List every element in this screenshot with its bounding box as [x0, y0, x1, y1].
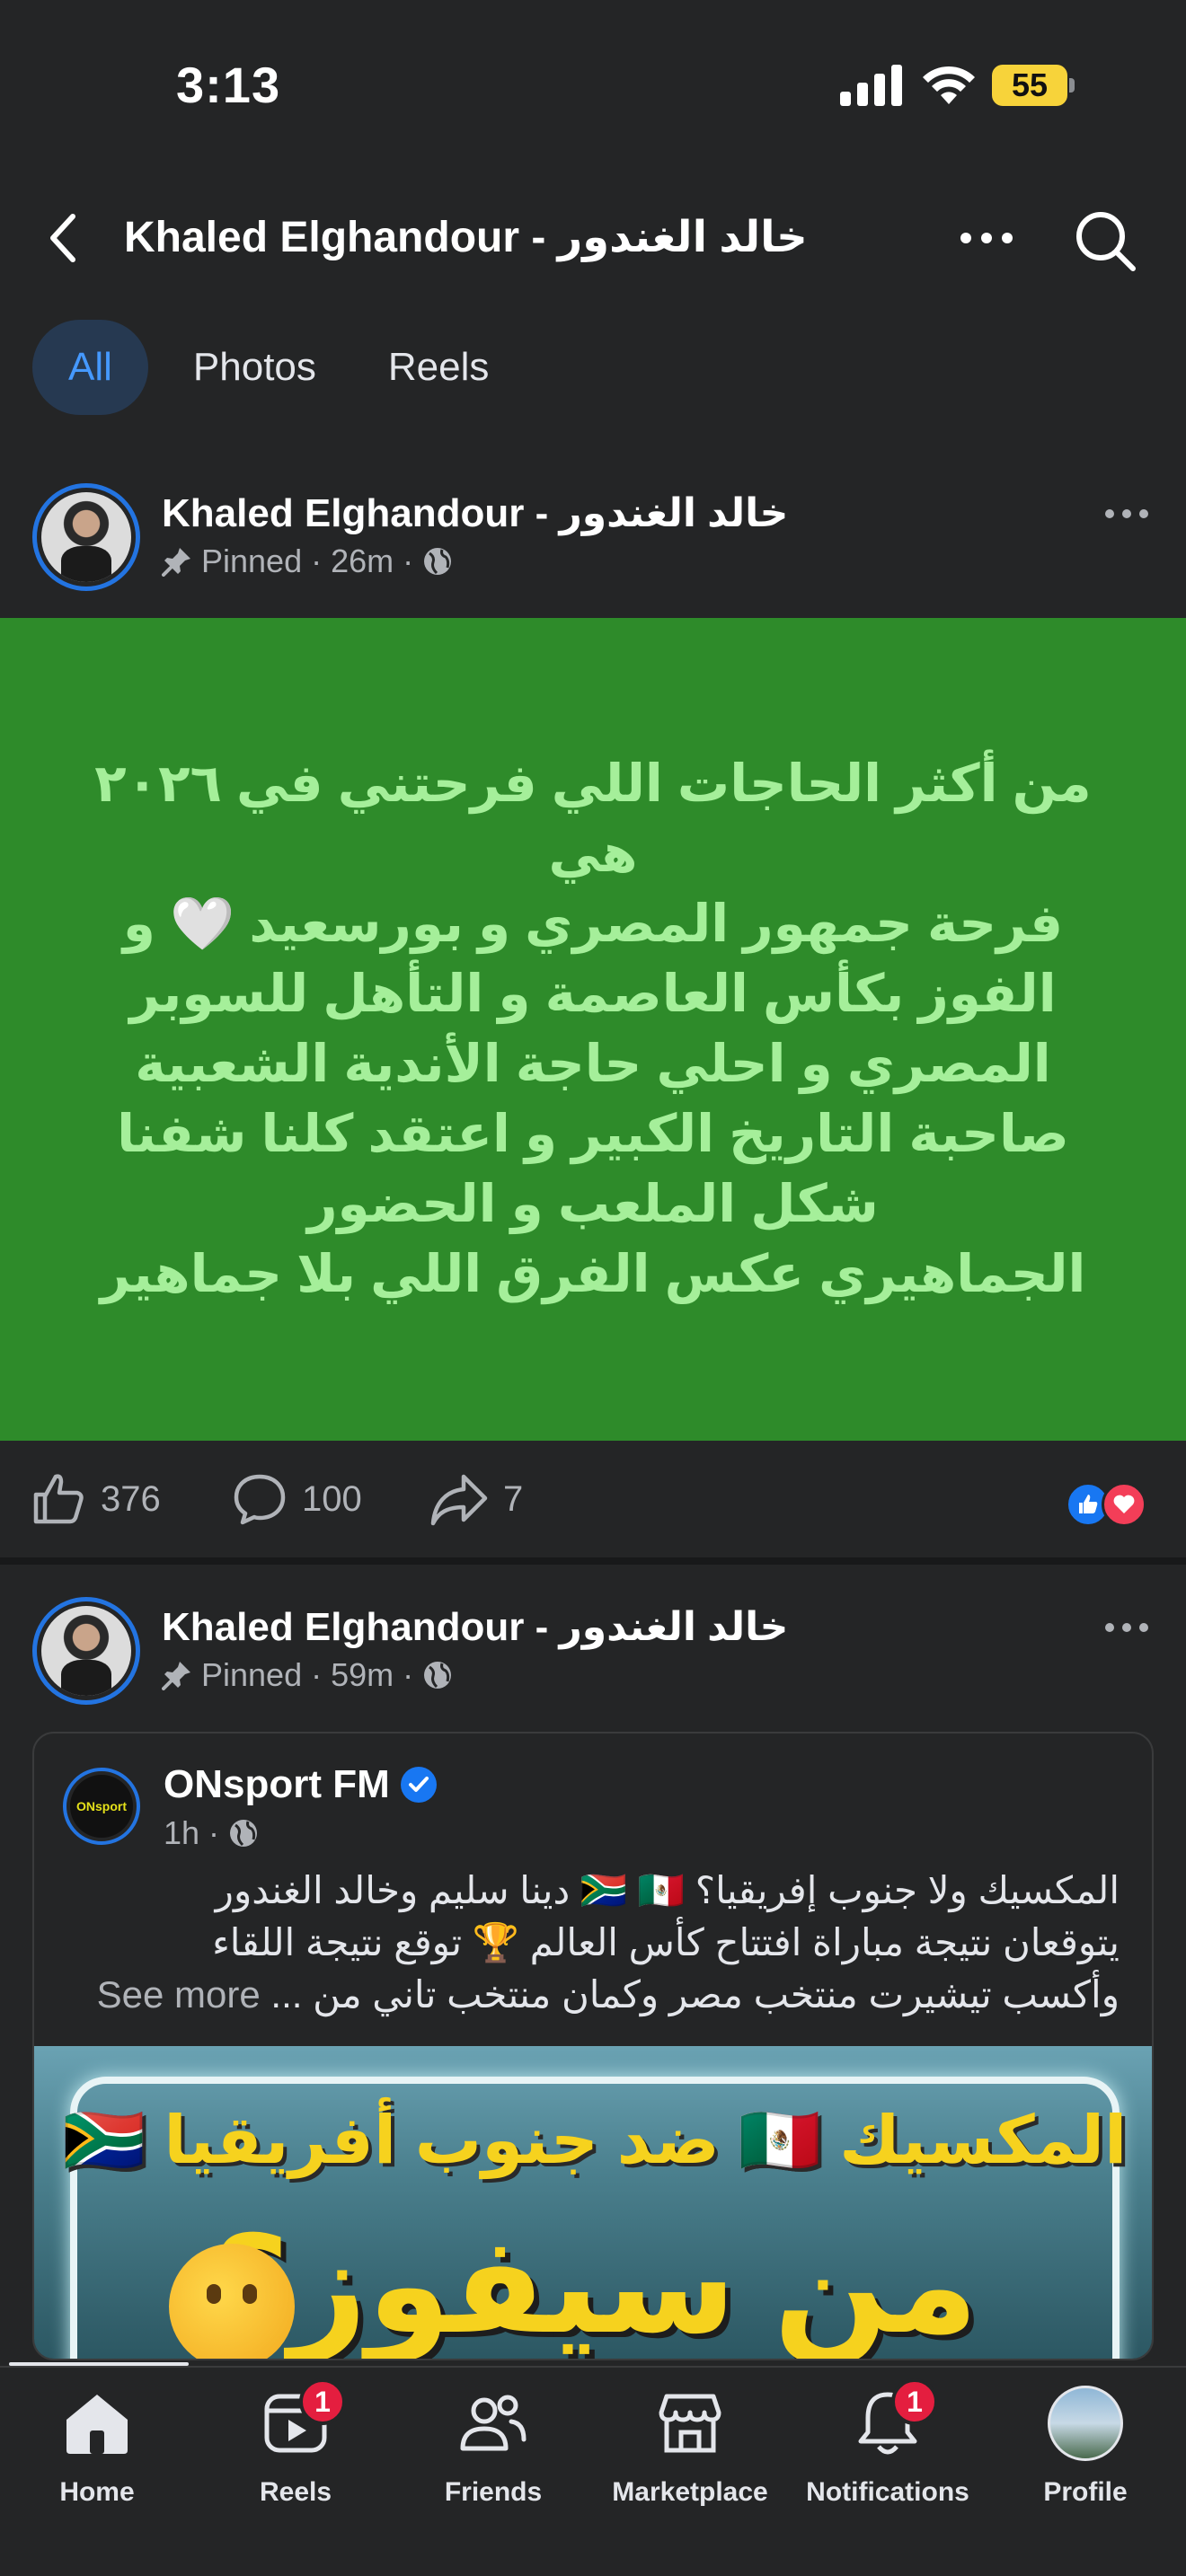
- comment-button[interactable]: 100: [232, 1468, 362, 1531]
- post-more-button[interactable]: [1098, 496, 1155, 532]
- thumbs-up-icon: [33, 1474, 84, 1524]
- battery-level: 55: [992, 65, 1067, 106]
- text-post-background[interactable]: من أكثر الحاجات اللي فرحتني في ٢٠٢٦ هي ف…: [0, 618, 1186, 1441]
- post-actions: 376 100 7: [0, 1441, 1186, 1557]
- profile-icon: [1048, 2386, 1123, 2461]
- cellular-signal-icon: [840, 65, 902, 106]
- nav-reels[interactable]: 1 Reels: [197, 2378, 394, 2520]
- page-header: Khaled Elghandour - خالد الغندور: [0, 189, 1186, 287]
- post-author[interactable]: Khaled Elghandour - خالد الغندور: [162, 490, 788, 536]
- profile-avatar: [1048, 2386, 1123, 2461]
- nav-friends[interactable]: Friends: [394, 2386, 592, 2520]
- image-headline: المكسيك 🇲🇽 ضد جنوب أفريقيا 🇿🇦: [62, 2103, 1128, 2177]
- tab-reels[interactable]: Reels: [352, 320, 526, 415]
- post-time: 59m: [331, 1656, 394, 1693]
- globe-icon: [424, 1662, 452, 1689]
- onsport-logo: ONsport: [70, 1775, 133, 1838]
- shared-text-line: المكسيك ولا جنوب إفريقيا؟ 🇿🇦 🇲🇽 دينا سلي…: [215, 1869, 1120, 1911]
- post-divider: [0, 1557, 1186, 1565]
- shared-post-time: 1h: [164, 1814, 200, 1851]
- ellipsis-icon: [960, 233, 1013, 243]
- search-icon: [1076, 212, 1136, 271]
- shared-post-meta: 1h ·: [164, 1814, 259, 1852]
- share-count: 7: [503, 1478, 524, 1519]
- verified-badge-icon: [400, 1767, 437, 1803]
- ellipsis-icon: [1105, 509, 1148, 518]
- post-meta: Pinned · 59m ·: [162, 1656, 453, 1694]
- search-button[interactable]: [1069, 205, 1141, 277]
- thinking-face-icon: [169, 2244, 295, 2359]
- shared-page-name[interactable]: ONsport FM: [164, 1762, 437, 1807]
- bottom-navigation: Home 1 Reels Friends Marketplace 1 Notif…: [0, 2366, 1186, 2576]
- shared-text-line: وأكسب تيشيرت منتخب مصر وكمان منتخب تاني …: [270, 1973, 1120, 2016]
- wifi-icon: [923, 66, 975, 104]
- reels-icon: 1: [258, 2378, 346, 2461]
- post-text: من أكثر الحاجات اللي فرحتني في ٢٠٢٦ هي ف…: [94, 754, 1092, 1303]
- pinned-label: Pinned: [201, 543, 303, 579]
- post-more-button[interactable]: [1098, 1610, 1155, 1645]
- shared-post-card[interactable]: ONsport ONsport FM 1h · المكسيك ولا جنوب…: [32, 1732, 1154, 2360]
- globe-icon: [424, 548, 452, 575]
- pin-icon: [162, 1662, 190, 1690]
- home-icon: [59, 2386, 135, 2461]
- like-count: 376: [101, 1478, 161, 1519]
- page-avatar[interactable]: ONsport: [63, 1768, 140, 1845]
- post-header: Khaled Elghandour - خالد الغندور Pinned …: [0, 478, 1186, 595]
- pin-icon: [162, 548, 190, 577]
- nav-profile[interactable]: Profile: [987, 2386, 1184, 2520]
- status-bar: 3:13 55: [0, 0, 1186, 171]
- nav-notifications[interactable]: 1 Notifications: [789, 2378, 987, 2520]
- chevron-left-icon: [50, 214, 75, 262]
- shared-post-image[interactable]: المكسيك 🇲🇽 ضد جنوب أفريقيا 🇿🇦 من سيفوز؟: [34, 2046, 1152, 2359]
- comment-icon: [234, 1474, 286, 1525]
- marketplace-icon: [652, 2386, 728, 2461]
- comment-count: 100: [302, 1478, 362, 1519]
- pinned-label: Pinned: [201, 1656, 303, 1693]
- globe-icon: [230, 1820, 258, 1847]
- status-time: 3:13: [176, 57, 281, 113]
- nav-marketplace[interactable]: Marketplace: [591, 2386, 789, 2520]
- post-author[interactable]: Khaled Elghandour - خالد الغندور: [162, 1604, 788, 1650]
- post-meta: Pinned · 26m ·: [162, 543, 453, 580]
- tab-photos[interactable]: Photos: [157, 320, 352, 415]
- like-button[interactable]: 376: [31, 1468, 161, 1531]
- nav-home[interactable]: Home: [0, 2386, 196, 2520]
- page-title: Khaled Elghandour - خالد الغندور: [124, 214, 808, 261]
- author-avatar[interactable]: [32, 483, 140, 591]
- post-time: 26m: [331, 543, 394, 579]
- ellipsis-icon: [1105, 1623, 1148, 1632]
- battery-icon: 55: [992, 65, 1075, 106]
- share-icon: [430, 1474, 488, 1526]
- filter-tabs: All Photos Reels: [32, 320, 525, 415]
- reels-badge: 1: [299, 2378, 346, 2425]
- shared-text-line-last: وأكسب تيشيرت منتخب مصر وكمان منتخب تاني …: [59, 1969, 1120, 2021]
- author-avatar[interactable]: [32, 1597, 140, 1705]
- bell-icon: 1: [850, 2378, 938, 2461]
- reaction-summary[interactable]: [1066, 1482, 1155, 1527]
- shared-text-line: يتوقعان نتيجة مباراة افتتاح كأس العالم 🏆…: [212, 1921, 1120, 1963]
- see-more-link[interactable]: See more: [97, 1973, 261, 2016]
- post-header: Khaled Elghandour - خالد الغندور Pinned …: [0, 1592, 1186, 1708]
- shared-post-text: المكسيك ولا جنوب إفريقيا؟ 🇿🇦 🇲🇽 دينا سلي…: [59, 1865, 1120, 2021]
- notifications-badge: 1: [891, 2378, 938, 2425]
- friends-icon: [456, 2386, 531, 2461]
- tab-all[interactable]: All: [32, 320, 148, 415]
- more-options-button[interactable]: [952, 207, 1021, 269]
- share-button[interactable]: 7: [429, 1468, 523, 1531]
- love-reaction-icon: [1102, 1482, 1146, 1527]
- back-button[interactable]: [36, 207, 90, 269]
